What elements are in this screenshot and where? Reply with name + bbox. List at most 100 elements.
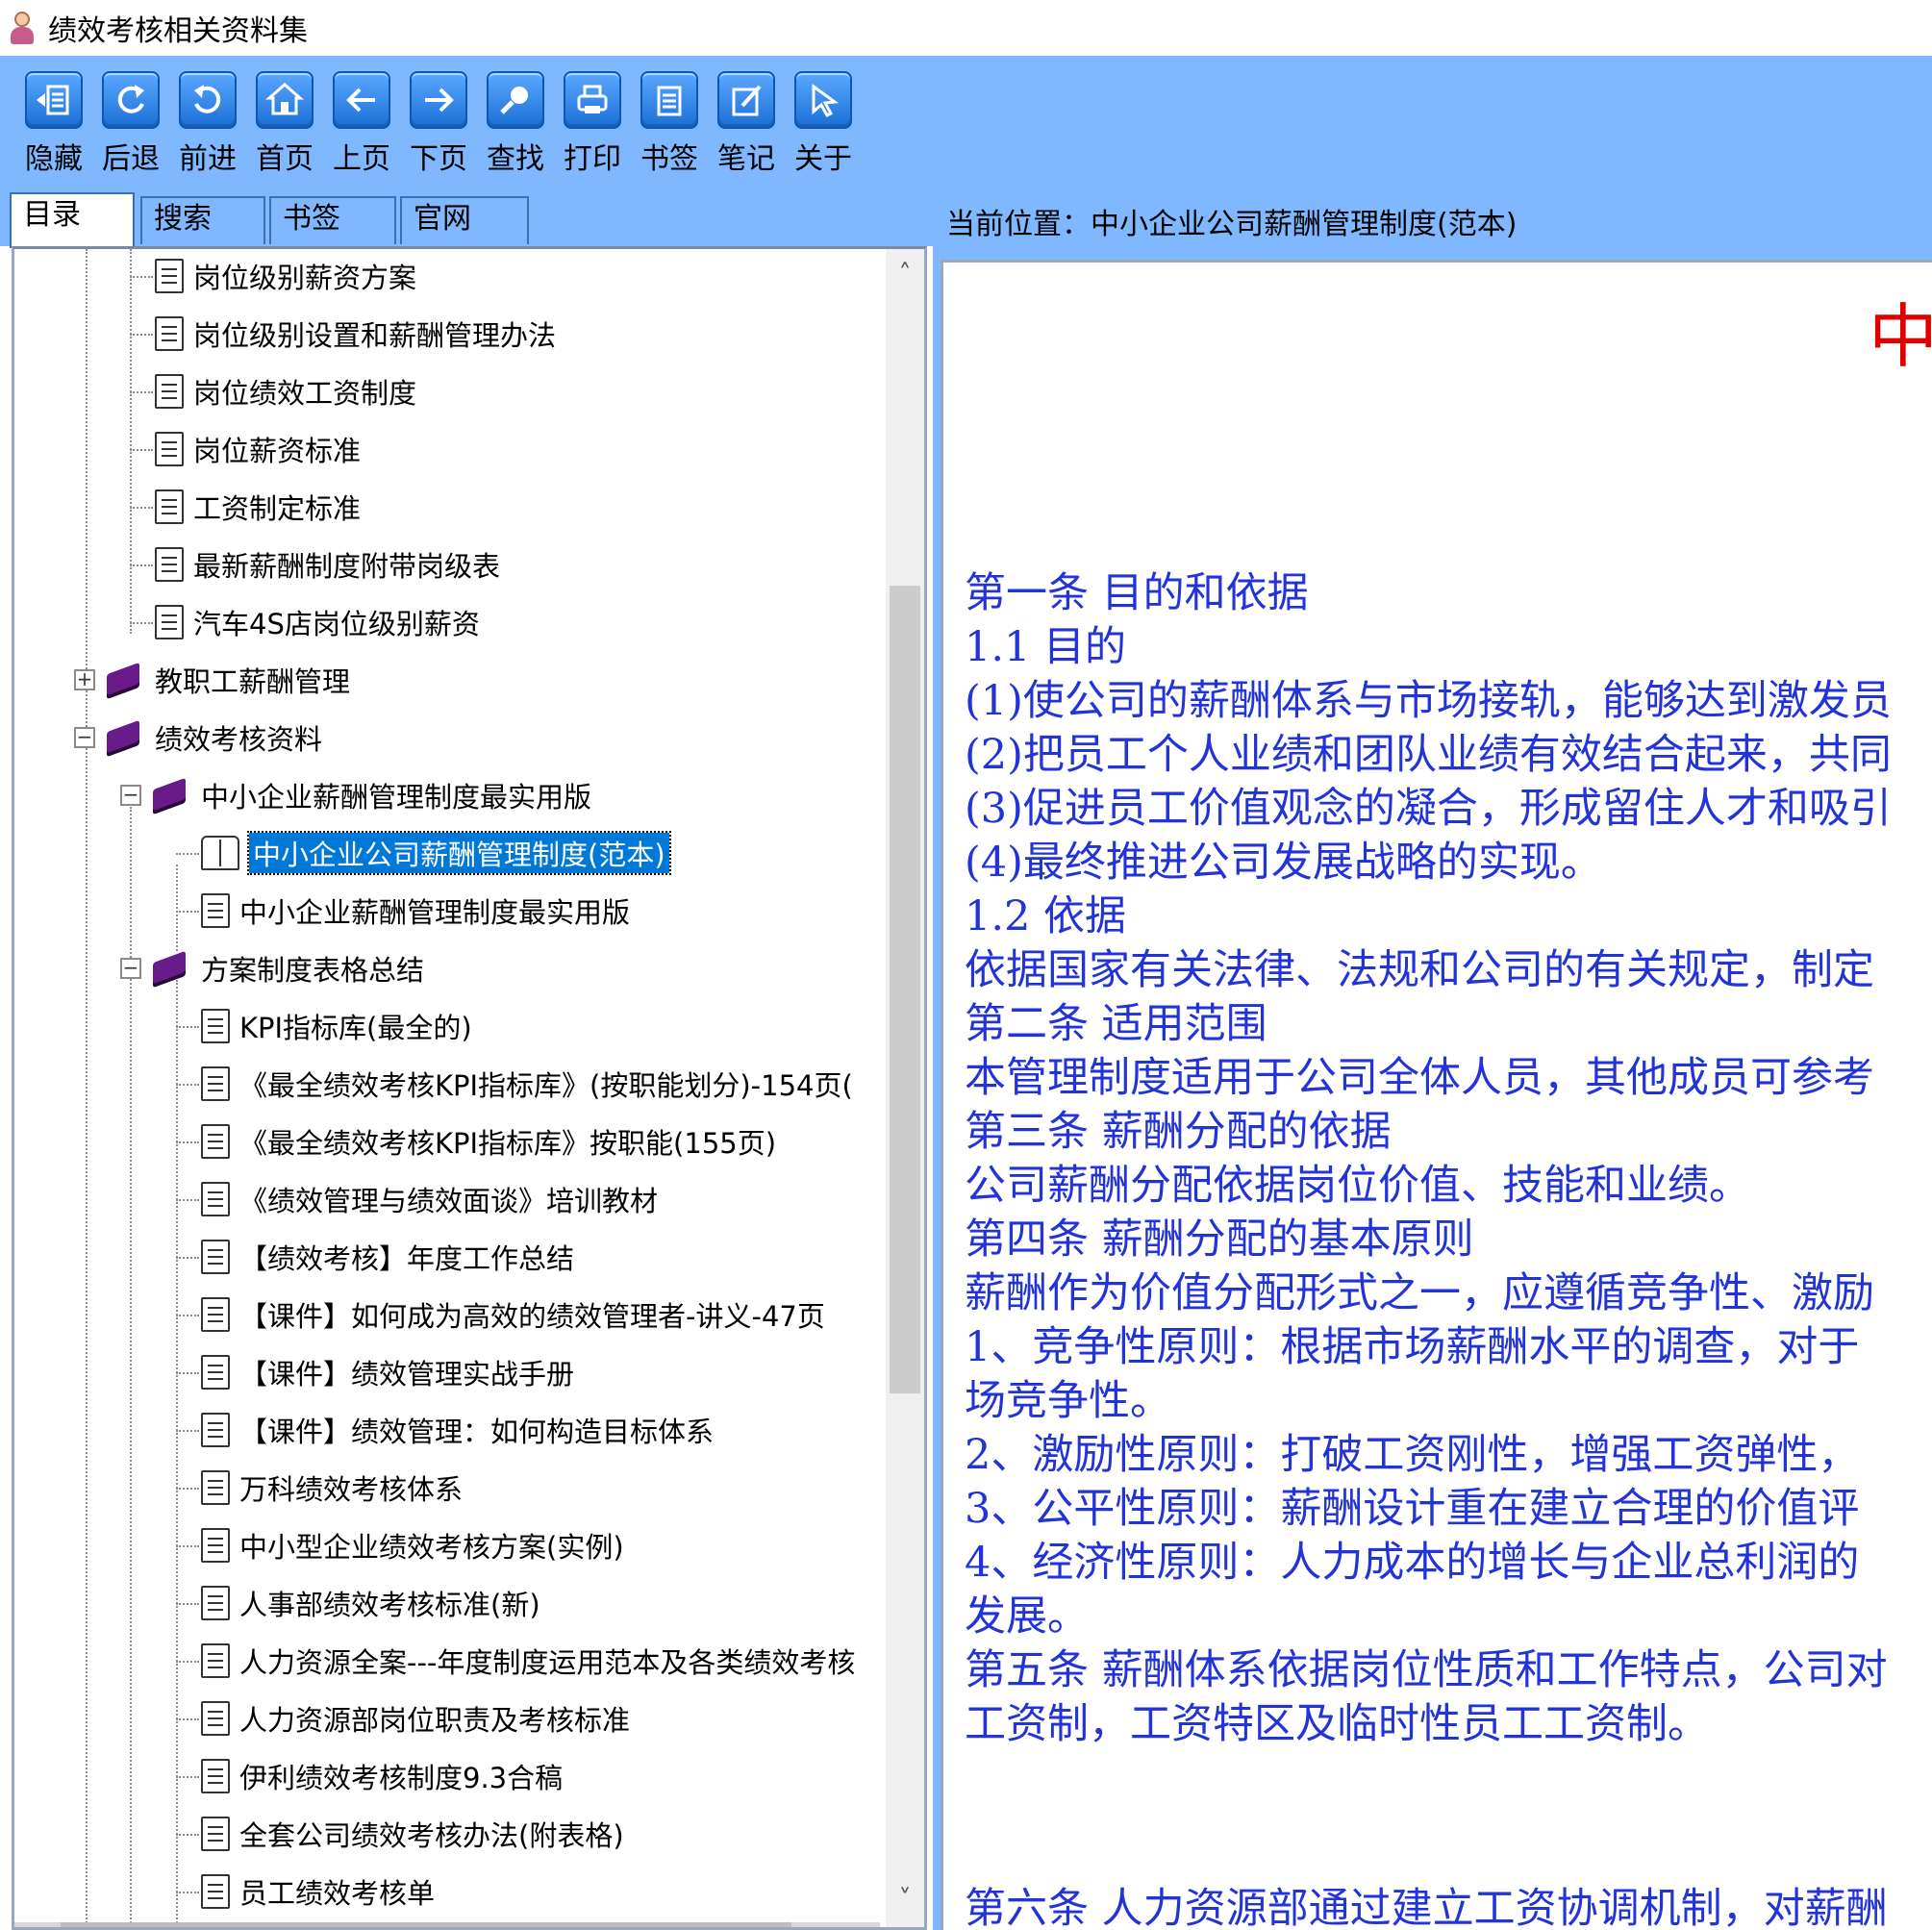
about-button[interactable]: 关于 (785, 71, 862, 190)
tab-contents[interactable]: 目录 (10, 192, 135, 248)
tree-item[interactable]: 汽车4S店岗位级别薪资 (130, 595, 480, 649)
tree-item[interactable]: 最新薪酬制度附带岗级表 (130, 538, 500, 591)
tree-horizontal-scrollbar[interactable] (14, 1922, 880, 1927)
print-button[interactable]: 打印 (554, 71, 631, 190)
document-icon (201, 1874, 230, 1909)
tree-item[interactable]: KPI指标库(最全的) (176, 999, 472, 1053)
document-title: 中 (1869, 296, 1932, 377)
tree-vertical-scrollbar[interactable]: ˄ ˅ (886, 249, 924, 1927)
document-icon (201, 893, 230, 928)
document-line-partial: 第六条 人力资源部通过建立工资协调机制，对薪酬 (965, 1885, 1888, 1930)
tree-item[interactable]: 【课件】如何成为高效的绩效管理者-讲义-47页 (176, 1288, 825, 1341)
document-line: 4、经济性原则：人力成本的增长与企业总利润的 (965, 1539, 1860, 1587)
tree-item[interactable]: 人事部绩效考核标准(新) (176, 1576, 540, 1630)
vertical-scroll-thumb[interactable] (890, 586, 920, 1393)
bookmark-button[interactable]: 书签 (631, 71, 708, 190)
tree-item[interactable]: 《最全绩效考核KPI指标库》(按职能划分)-154页( (176, 1057, 853, 1111)
tree-item[interactable]: 万科绩效考核体系 (176, 1461, 463, 1515)
book-icon (149, 778, 191, 813)
tree-item[interactable]: 岗位级别设置和薪酬管理办法 (130, 307, 556, 361)
tree-item[interactable]: 工资制定标准 (130, 480, 361, 534)
tree-item[interactable]: 员工绩效考核单 (176, 1865, 435, 1918)
tree-item[interactable]: 中小型企业绩效考核方案(实例) (176, 1518, 624, 1572)
document-line: 第一条 目的和依据 (965, 569, 1309, 617)
search-button[interactable]: 查找 (477, 71, 554, 190)
document-icon (201, 1470, 230, 1505)
next-page-button[interactable]: 下页 (400, 71, 477, 190)
tab-website[interactable]: 官网 (400, 196, 529, 244)
collapse-minus-icon[interactable]: − (120, 785, 141, 806)
tree-item[interactable]: 《绩效管理与绩效面谈》培训教材 (176, 1172, 658, 1226)
document-line: 1.2 依据 (965, 892, 1127, 940)
tree-item[interactable]: 岗位绩效工资制度 (130, 364, 416, 418)
collapse-minus-icon[interactable]: − (74, 727, 95, 748)
document-icon (201, 1124, 230, 1159)
content-pane: 当前位置：中小企业公司薪酬管理制度(范本) 中 第一条 目的和依据 1.1 目的… (941, 190, 1932, 1930)
tree-item[interactable]: 《最全绩效考核KPI指标库》按职能(155页) (176, 1115, 776, 1168)
back-refresh-icon (102, 71, 160, 129)
book-icon (149, 951, 191, 986)
tab-bookmarks[interactable]: 书签 (269, 196, 396, 244)
document-icon (155, 547, 184, 582)
tree-guide-line (86, 730, 88, 1927)
arrow-right-icon (410, 71, 467, 129)
document-icon (155, 432, 184, 466)
horizontal-scroll-thumb[interactable] (61, 1922, 791, 1927)
scroll-up-arrow-icon[interactable]: ˄ (886, 255, 924, 293)
document-line: 薪酬作为价值分配形式之一，应遵循竞争性、激励 (965, 1269, 1874, 1317)
document-icon (155, 605, 184, 639)
document-line: 1、竞争性原则：根据市场薪酬水平的调查，对于 (965, 1323, 1860, 1371)
hide-button[interactable]: 隐藏 (15, 71, 92, 190)
tree-item-selected[interactable]: 中小企业公司薪酬管理制度(范本) (176, 826, 671, 880)
tree-item[interactable]: 伊利绩效考核制度9.3合稿 (176, 1749, 563, 1803)
expand-plus-icon[interactable]: + (74, 669, 95, 690)
hide-panel-icon (25, 71, 83, 129)
tree-item[interactable]: 岗位薪资标准 (130, 422, 361, 476)
tab-search[interactable]: 搜索 (140, 196, 265, 244)
window-title: 绩效考核相关资料集 (48, 14, 308, 48)
document-line: 发展。 (965, 1592, 1089, 1641)
printer-icon (564, 71, 621, 129)
document-line: 2、激励性原则：打破工资刚性，增强工资弹性， (965, 1431, 1860, 1479)
collapse-minus-icon[interactable]: − (120, 958, 141, 979)
document-icon (201, 1643, 230, 1678)
document-icon (155, 374, 184, 409)
arrow-left-icon (333, 71, 390, 129)
tree-item[interactable]: 人力资源全案---年度制度运用范本及各类绩效考核 (176, 1634, 855, 1688)
document-line: (3)促进员工价值观念的凝合，形成留住人才和吸引 (965, 785, 1892, 833)
home-button[interactable]: 首页 (246, 71, 323, 190)
tree-folder-collapsed[interactable]: + 教职工薪酬管理 (74, 653, 350, 707)
tree-folder-expanded[interactable]: − 中小企业薪酬管理制度最实用版 (120, 768, 591, 822)
title-bar: 绩效考核相关资料集 (0, 0, 1932, 56)
tree-item[interactable]: 中小企业薪酬管理制度最实用版 (176, 884, 630, 938)
tree-item[interactable]: 【绩效考核】年度工作总结 (176, 1230, 574, 1284)
document-line: 第二条 适用范围 (965, 1000, 1267, 1048)
prev-page-button[interactable]: 上页 (323, 71, 400, 190)
book-icon (103, 663, 145, 697)
tree-item[interactable]: 人力资源部岗位职责及考核标准 (176, 1692, 630, 1745)
document-line: 公司薪酬分配依据岗位价值、技能和业绩。 (965, 1162, 1750, 1210)
back-button[interactable]: 后退 (92, 71, 169, 190)
tree-item[interactable]: 全套公司绩效考核办法(附表格) (176, 1807, 624, 1861)
note-icon (717, 71, 775, 129)
cursor-icon (794, 71, 852, 129)
document-icon (201, 1297, 230, 1332)
document-icon (201, 1009, 230, 1043)
document-line: (4)最终推进公司发展战略的实现。 (965, 839, 1602, 887)
pane-splitter[interactable] (933, 190, 941, 1930)
tree-item[interactable]: 【课件】绩效管理：如何构造目标体系 (176, 1403, 714, 1457)
search-icon (487, 71, 544, 129)
tree-folder-expanded[interactable]: − 方案制度表格总结 (120, 941, 424, 995)
forward-button[interactable]: 前进 (169, 71, 246, 190)
scroll-down-arrow-icon[interactable]: ˅ (886, 1880, 924, 1918)
tree-item[interactable]: 【课件】绩效管理实战手册 (176, 1345, 574, 1399)
tree-folder-expanded[interactable]: − 绩效考核资料 (74, 711, 322, 764)
home-icon (256, 71, 314, 129)
note-button[interactable]: 笔记 (708, 71, 785, 190)
document-icon (155, 316, 184, 351)
tree-item[interactable]: 岗位级别薪资方案 (130, 249, 416, 303)
document-icon (201, 1701, 230, 1736)
document-line: 3、公平性原则：薪酬设计重在建立合理的价值评 (965, 1485, 1860, 1533)
document-icon (201, 1413, 230, 1447)
open-book-icon (201, 836, 239, 870)
